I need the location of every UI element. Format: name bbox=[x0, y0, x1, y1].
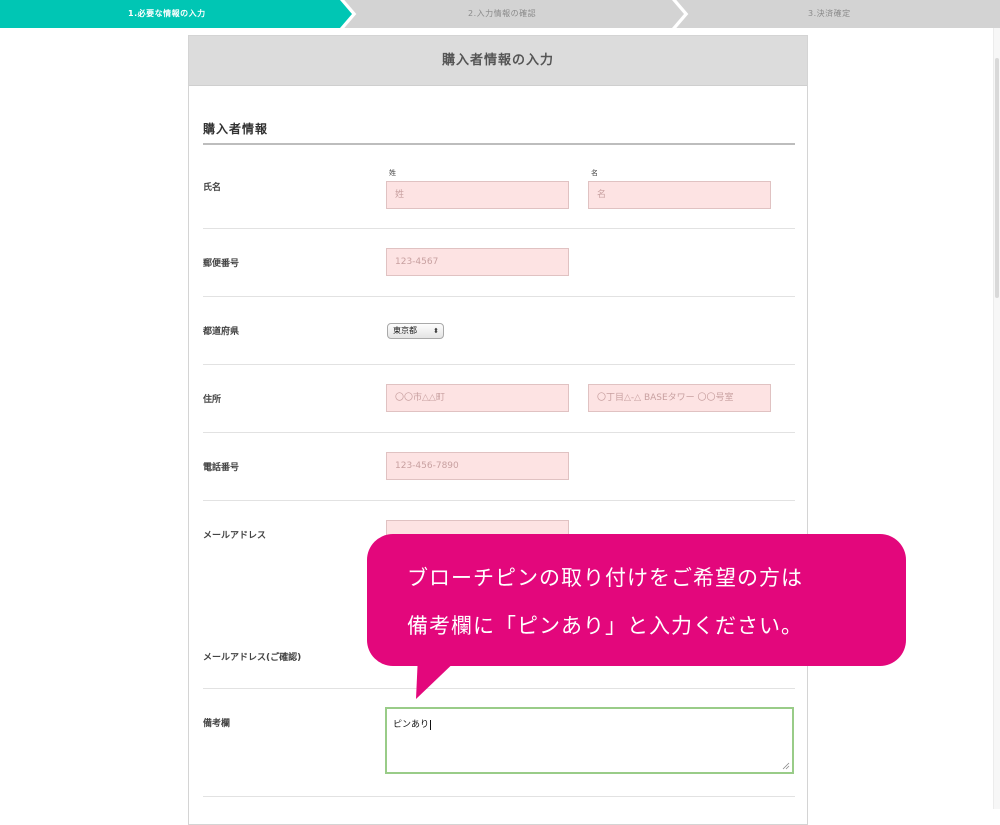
first-name-input[interactable]: 名 bbox=[588, 181, 771, 209]
purchaser-form-card: 購入者情報の入力 購入者情報 氏名 姓 名 姓 名 郵便番号 123-4567 … bbox=[188, 35, 808, 825]
step-3-label: 3.決済確定 bbox=[808, 9, 851, 18]
prefecture-select[interactable]: 東京都 ⬍ bbox=[387, 323, 444, 339]
callout-line-2: 備考欄に「ピンあり」と入力ください。 bbox=[407, 614, 803, 638]
callout-line-1: ブローチピンの取り付けをご希望の方は bbox=[407, 566, 803, 590]
step-1-label: 1.必要な情報の入力 bbox=[128, 9, 206, 18]
name-label: 氏名 bbox=[203, 183, 222, 193]
section-title: 購入者情報 bbox=[203, 122, 269, 136]
email-confirm-label: メールアドレス(ご確認) bbox=[203, 653, 302, 663]
row-divider bbox=[203, 500, 795, 501]
row-divider bbox=[203, 296, 795, 297]
address-street-input[interactable]: 〇丁目△-△ BASEタワー 〇〇号室 bbox=[588, 384, 771, 412]
email-label: メールアドレス bbox=[203, 531, 267, 541]
phone-label: 電話番号 bbox=[203, 463, 240, 473]
last-name-sublabel: 姓 bbox=[389, 169, 396, 177]
prefecture-label: 都道府県 bbox=[203, 327, 240, 337]
address-label: 住所 bbox=[203, 395, 222, 405]
notes-textarea[interactable]: ピンあり bbox=[385, 707, 794, 774]
text-cursor bbox=[430, 719, 432, 730]
scrollbar-thumb[interactable] bbox=[995, 58, 999, 298]
first-name-sublabel: 名 bbox=[591, 169, 598, 177]
section-divider bbox=[203, 143, 795, 145]
row-divider bbox=[203, 228, 795, 229]
row-divider bbox=[203, 688, 795, 689]
form-header: 購入者情報の入力 bbox=[189, 36, 807, 86]
row-divider bbox=[203, 432, 795, 433]
phone-input[interactable]: 123-456-7890 bbox=[386, 452, 569, 480]
progress-steps: 1.必要な情報の入力 2.入力情報の確認 3.決済確定 bbox=[0, 0, 1000, 28]
prefecture-selected-value: 東京都 bbox=[393, 326, 417, 335]
notes-label: 備考欄 bbox=[203, 719, 231, 729]
row-divider bbox=[203, 796, 795, 797]
step-2-label: 2.入力情報の確認 bbox=[468, 9, 537, 18]
resize-handle-icon[interactable] bbox=[782, 762, 790, 770]
callout-bubble: ブローチピンの取り付けをご希望の方は 備考欄に「ピンあり」と入力ください。 bbox=[367, 534, 906, 666]
select-arrows-icon: ⬍ bbox=[433, 327, 439, 335]
notes-text: ピンあり bbox=[393, 720, 430, 730]
postal-code-input[interactable]: 123-4567 bbox=[386, 248, 569, 276]
page-scrollbar[interactable] bbox=[993, 28, 1000, 809]
address-city-input[interactable]: 〇〇市△△町 bbox=[386, 384, 569, 412]
postal-code-label: 郵便番号 bbox=[203, 259, 240, 269]
last-name-input[interactable]: 姓 bbox=[386, 181, 569, 209]
row-divider bbox=[203, 364, 795, 365]
